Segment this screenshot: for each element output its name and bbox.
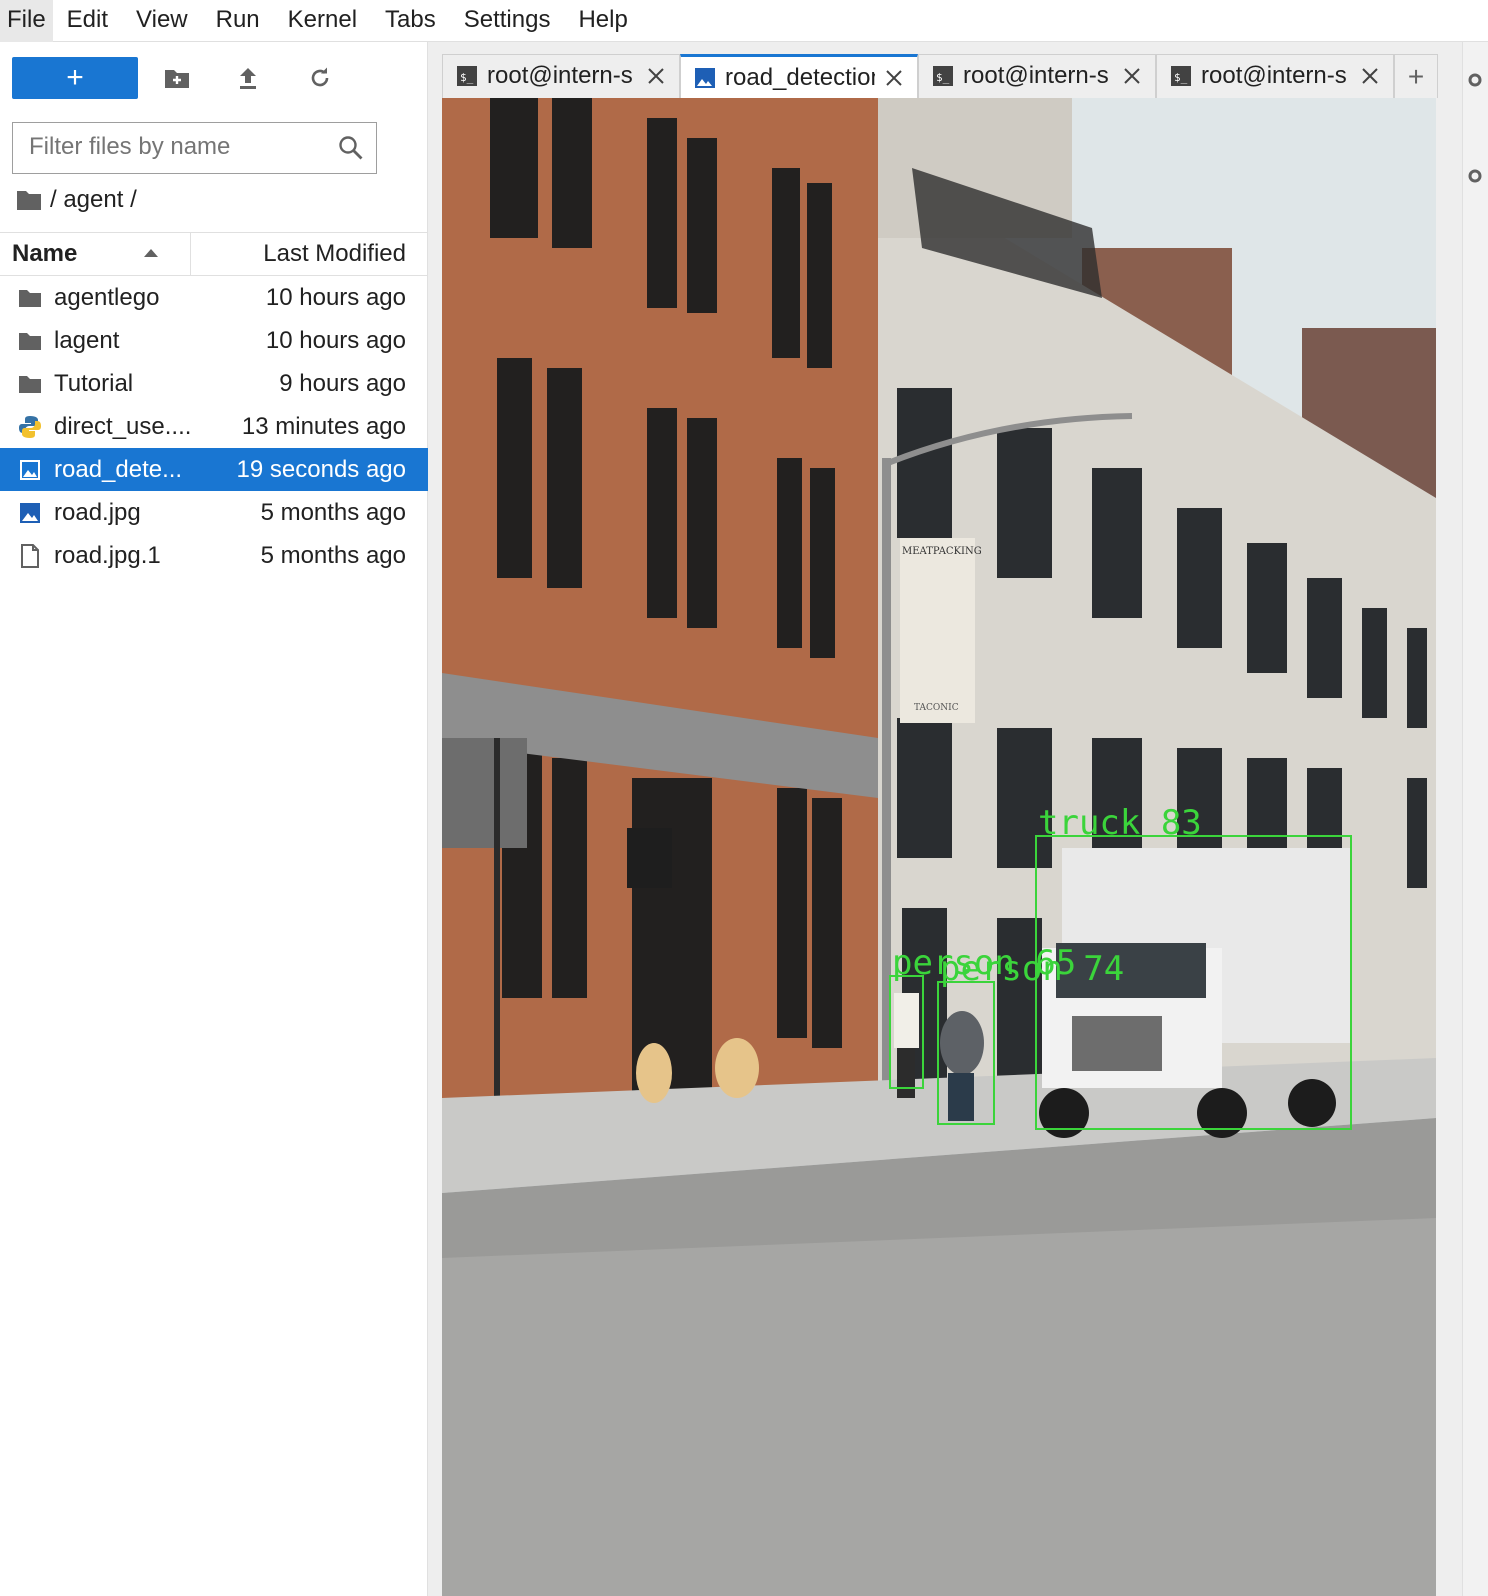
tab-terminal-1[interactable]: $_ root@intern-s — [442, 54, 680, 98]
file-row-direct-use[interactable]: direct_use.... 13 minutes ago — [0, 405, 428, 448]
folder-icon — [18, 329, 42, 353]
svg-text:$_: $_ — [936, 71, 950, 84]
python-icon — [18, 415, 42, 439]
file-name: road.jpg — [54, 499, 141, 526]
tab-label: root@intern-s — [487, 62, 633, 89]
tab-label: root@intern-s — [963, 62, 1109, 89]
filter-files-field[interactable] — [12, 122, 377, 174]
image-icon — [695, 68, 715, 88]
tab-terminal-3[interactable]: $_ root@intern-s — [1156, 54, 1394, 98]
file-modified: 10 hours ago — [265, 327, 406, 354]
add-tab-button[interactable]: + — [1394, 54, 1438, 98]
terminal-icon: $_ — [457, 66, 477, 86]
file-name: Tutorial — [54, 370, 134, 397]
menu-kernel[interactable]: Kernel — [274, 0, 371, 42]
sort-ascending-icon — [144, 249, 158, 257]
file-row-road-detection[interactable]: road_dete... 19 seconds ago — [0, 448, 428, 491]
filter-files-input[interactable] — [13, 123, 313, 171]
file-row-tutorial[interactable]: Tutorial 9 hours ago — [0, 362, 428, 405]
file-row-lagent[interactable]: lagent 10 hours ago — [0, 319, 428, 362]
right-sidebar-rail[interactable] — [1462, 42, 1488, 1596]
file-row-road-jpg[interactable]: road.jpg 5 months ago — [0, 491, 428, 534]
file-row-agentlego[interactable]: agentlego 10 hours ago — [0, 276, 428, 319]
file-name: direct_use.... — [54, 413, 192, 440]
menu-edit[interactable]: Edit — [53, 0, 122, 42]
close-icon[interactable] — [885, 69, 903, 87]
file-browser: + / agent / Name Last Modified agentlego… — [0, 42, 428, 1596]
file-name: road_dete... — [54, 456, 183, 483]
detection-label-person-2: person 74 — [940, 949, 1124, 989]
file-name: agentlego — [54, 284, 160, 311]
close-icon[interactable] — [1123, 67, 1141, 85]
new-folder-icon[interactable] — [163, 64, 191, 92]
image-icon — [18, 501, 42, 525]
file-browser-toolbar: + — [0, 42, 428, 112]
column-divider[interactable] — [190, 233, 191, 275]
tab-terminal-2[interactable]: $_ root@intern-s — [918, 54, 1156, 98]
file-row-road-jpg-1[interactable]: road.jpg.1 5 months ago — [0, 534, 428, 577]
menu-tabs[interactable]: Tabs — [371, 0, 450, 42]
tab-bar: $_ root@intern-s road_detection $_ root@… — [442, 54, 1462, 98]
banner-text-meatpacking: MEATPACKING — [902, 546, 982, 557]
terminal-icon: $_ — [1171, 66, 1191, 86]
column-last-modified[interactable]: Last Modified — [263, 233, 406, 275]
file-modified: 13 minutes ago — [241, 413, 406, 440]
column-name[interactable]: Name — [12, 233, 77, 275]
refresh-icon[interactable] — [306, 64, 334, 92]
property-inspector-icon[interactable] — [1467, 168, 1483, 184]
menu-view[interactable]: View — [122, 0, 202, 42]
tab-label: road_detection — [725, 64, 875, 91]
file-list-header: Name Last Modified — [0, 232, 428, 276]
svg-text:$_: $_ — [460, 71, 474, 84]
file-modified: 19 seconds ago — [236, 456, 406, 483]
breadcrumb-path[interactable]: / agent / — [50, 186, 137, 214]
close-icon[interactable] — [647, 67, 665, 85]
file-name: lagent — [54, 327, 120, 354]
menu-help[interactable]: Help — [564, 0, 641, 42]
detection-label-truck: truck 83 — [1038, 803, 1202, 843]
gear-icon[interactable] — [1467, 72, 1483, 88]
banner-text-taconic: TACONIC — [914, 703, 959, 713]
image-viewer: MEATPACKING TACONIC truck 83 person 65 p… — [442, 98, 1436, 1596]
file-list: agentlego 10 hours ago lagent 10 hours a… — [0, 276, 428, 577]
image-icon — [18, 458, 42, 482]
tab-road-detection[interactable]: road_detection — [680, 54, 918, 98]
folder-icon — [18, 286, 42, 310]
file-name: road.jpg.1 — [54, 542, 161, 569]
menu-settings[interactable]: Settings — [450, 0, 565, 42]
file-modified: 10 hours ago — [265, 284, 406, 311]
terminal-icon: $_ — [933, 66, 953, 86]
search-icon — [338, 135, 364, 161]
menu-run[interactable]: Run — [202, 0, 274, 42]
breadcrumb[interactable]: / agent / — [16, 184, 137, 216]
menu-bar: File Edit View Run Kernel Tabs Settings … — [0, 0, 1488, 42]
main-dock-panel: $_ root@intern-s road_detection $_ root@… — [428, 42, 1462, 1596]
upload-icon[interactable] — [234, 64, 262, 92]
tab-label: root@intern-s — [1201, 62, 1347, 89]
menu-file[interactable]: File — [0, 0, 53, 42]
new-launcher-button[interactable]: + — [12, 57, 138, 99]
close-icon[interactable] — [1361, 67, 1379, 85]
folder-icon — [17, 191, 41, 210]
file-modified: 5 months ago — [260, 499, 406, 526]
file-modified: 5 months ago — [260, 542, 406, 569]
road-detection-image: MEATPACKING TACONIC truck 83 person 65 p… — [442, 98, 1436, 1596]
svg-text:$_: $_ — [1174, 71, 1188, 84]
file-icon — [18, 544, 42, 568]
folder-icon — [18, 372, 42, 396]
file-modified: 9 hours ago — [279, 370, 406, 397]
